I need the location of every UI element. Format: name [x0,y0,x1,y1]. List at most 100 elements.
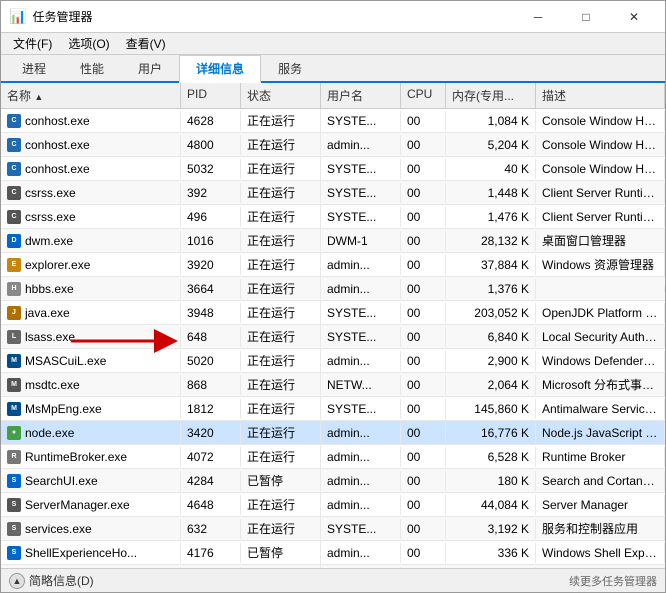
table-container: 名称 ▲ PID 状态 用户名 CPU 内存(专用... 描述 C conhos… [1,83,665,568]
cell-user: admin... [321,351,401,371]
col-header-desc[interactable]: 描述 [536,83,665,108]
cell-name: S ServerManager.exe [1,495,181,515]
col-header-status[interactable]: 状态 [241,83,321,108]
cell-memory: 203,052 K [446,303,536,323]
cell-cpu: 00 [401,279,446,299]
cell-name: ● node.exe [1,423,181,443]
table-row[interactable]: C csrss.exe 496 正在运行 SYSTE... 00 1,476 K… [1,205,665,229]
cell-user: SYSTE... [321,111,401,131]
tab-services[interactable]: 服务 [261,55,319,81]
table-row[interactable]: H hbbs.exe 3664 正在运行 admin... 00 1,376 K [1,277,665,301]
cell-status: 正在运行 [241,445,321,468]
cell-memory: 2,064 K [446,375,536,395]
cell-name: C conhost.exe [1,159,181,179]
cell-name: S SearchUI.exe [1,471,181,491]
window-title: 任务管理器 [32,8,92,25]
cell-desc [536,286,665,292]
cell-memory: 44,084 K [446,495,536,515]
table-row[interactable]: S services.exe 632 正在运行 SYSTE... 00 3,19… [1,517,665,541]
table-row[interactable]: R RuntimeBroker.exe 4072 正在运行 admin... 0… [1,445,665,469]
cell-name: H hbbs.exe [1,279,181,299]
cell-desc: OpenJDK Platform bi... [536,303,665,323]
table-row[interactable]: C conhost.exe 4628 正在运行 SYSTE... 00 1,08… [1,109,665,133]
cell-desc: Windows Shell Experi... [536,543,665,563]
tab-users[interactable]: 用户 [121,55,179,81]
cell-cpu: 00 [401,111,446,131]
cell-name: M MSASCuiL.exe [1,351,181,371]
table-row[interactable]: E explorer.exe 3920 正在运行 admin... 00 37,… [1,253,665,277]
col-header-pid[interactable]: PID [181,83,241,108]
cell-desc: Local Security Authori... [536,327,665,347]
cell-pid: 868 [181,375,241,395]
table-row[interactable]: M MSASCuiL.exe 5020 正在运行 admin... 00 2,9… [1,349,665,373]
cell-pid: 5032 [181,159,241,179]
cell-user: admin... [321,255,401,275]
table-row[interactable]: L lsass.exe 648 正在运行 SYSTE... 00 6,840 K… [1,325,665,349]
col-header-cpu[interactable]: CPU [401,83,446,108]
close-button[interactable]: ✕ [611,3,657,31]
title-bar: 📊 任务管理器 ─ □ ✕ [1,1,665,33]
col-header-name[interactable]: 名称 ▲ [1,83,181,108]
col-header-memory[interactable]: 内存(专用... [446,83,536,108]
cell-cpu: 00 [401,255,446,275]
cell-user: admin... [321,471,401,491]
status-label[interactable]: 简略信息(D) [29,572,94,589]
col-header-user[interactable]: 用户名 [321,83,401,108]
cell-user: admin... [321,423,401,443]
table-row[interactable]: D dwm.exe 1016 正在运行 DWM-1 00 28,132 K 桌面… [1,229,665,253]
cell-user: admin... [321,135,401,155]
cell-name: M msdtc.exe [1,375,181,395]
cell-memory: 5,204 K [446,135,536,155]
table-row[interactable]: M msdtc.exe 868 正在运行 NETW... 00 2,064 K … [1,373,665,397]
cell-cpu: 00 [401,351,446,371]
expand-button[interactable]: ▲ [9,573,25,589]
cell-memory: 37,884 K [446,255,536,275]
cell-cpu: 00 [401,303,446,323]
cell-pid: 496 [181,207,241,227]
table-body: C conhost.exe 4628 正在运行 SYSTE... 00 1,08… [1,109,665,568]
cell-status: 已暂停 [241,469,321,492]
tabs-bar: 进程 性能 用户 详细信息 服务 [1,55,665,83]
cell-cpu: 00 [401,207,446,227]
table-row[interactable]: S ServerManager.exe 4648 正在运行 admin... 0… [1,493,665,517]
tab-details[interactable]: 详细信息 [179,55,261,83]
cell-user: NETW... [321,375,401,395]
cell-desc: Console Window Host [536,159,665,179]
cell-desc: Microsoft 分布式事务... [536,373,665,396]
table-row[interactable]: J java.exe 3948 正在运行 SYSTE... 00 203,052… [1,301,665,325]
cell-name: C csrss.exe [1,183,181,203]
tab-processes[interactable]: 进程 [5,55,63,81]
cell-memory: 1,376 K [446,279,536,299]
cell-pid: 648 [181,327,241,347]
menu-options[interactable]: 选项(O) [60,33,117,54]
cell-status: 正在运行 [241,325,321,348]
cell-pid: 4284 [181,471,241,491]
app-icon: 📊 [9,8,26,25]
minimize-button[interactable]: ─ [515,3,561,31]
cell-memory: 16,776 K [446,423,536,443]
cell-cpu: 00 [401,423,446,443]
cell-memory: 180 K [446,471,536,491]
maximize-button[interactable]: □ [563,3,609,31]
cell-name: R RuntimeBroker.exe [1,447,181,467]
cell-user: SYSTE... [321,207,401,227]
cell-desc: Client Server Runtime ... [536,183,665,203]
table-row[interactable]: C conhost.exe 5032 正在运行 SYSTE... 00 40 K… [1,157,665,181]
table-row[interactable]: S ShellExperienceHo... 4176 已暂停 admin...… [1,541,665,565]
table-row[interactable]: C conhost.exe 4800 正在运行 admin... 00 5,20… [1,133,665,157]
cell-pid: 4800 [181,135,241,155]
table-row[interactable]: ● node.exe 3420 正在运行 admin... 00 16,776 … [1,421,665,445]
cell-status: 正在运行 [241,397,321,420]
cell-desc: Server Manager [536,495,665,515]
table-row[interactable]: M MsMpEng.exe 1812 正在运行 SYSTE... 00 145,… [1,397,665,421]
table-row[interactable]: S SearchUI.exe 4284 已暂停 admin... 00 180 … [1,469,665,493]
cell-desc: Search and Cortana a... [536,471,665,491]
cell-desc: Console Window Host [536,135,665,155]
window-controls: ─ □ ✕ [515,3,657,31]
tab-performance[interactable]: 性能 [63,55,121,81]
menu-file[interactable]: 文件(F) [5,33,60,54]
menu-view[interactable]: 查看(V) [118,33,174,54]
cell-name: L lsass.exe [1,327,181,347]
cell-status: 已暂停 [241,541,321,564]
table-row[interactable]: C csrss.exe 392 正在运行 SYSTE... 00 1,448 K… [1,181,665,205]
